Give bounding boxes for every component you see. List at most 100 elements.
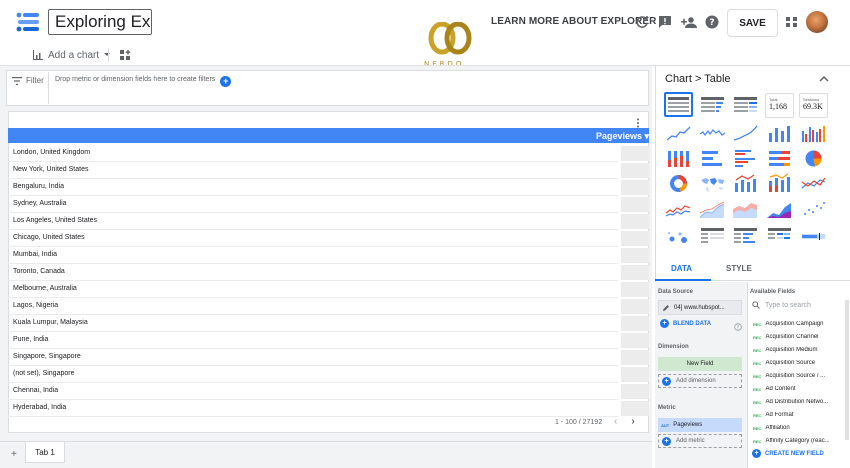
sparkline-chart-option[interactable] [698,121,727,146]
search-icon [752,301,760,309]
page-tab[interactable]: Tab 1 [25,442,65,463]
field-item[interactable]: REC Acquisition Source [753,360,845,366]
tab-data[interactable]: DATA [671,264,692,273]
add-chart-label: Add a chart [48,49,100,61]
field-item[interactable]: REC Acquisition Campaign [753,321,845,327]
table-row[interactable]: Sydney, Australia [8,196,618,213]
combo-chart-option[interactable] [731,171,760,196]
table-heatmap-chart-option[interactable] [731,93,760,118]
smoothed-line-chart-option[interactable] [731,121,760,146]
field-item[interactable]: REC Ad Format [753,412,845,418]
scorecard-chart-option[interactable]: Total 1,168 [765,93,794,118]
field-item[interactable]: REC Acquisition Medium [753,347,845,353]
field-item[interactable]: REC Affinity Category (reac... [753,438,845,444]
stacked-combo-chart-option[interactable] [765,171,794,196]
add-person-icon[interactable] [680,13,698,31]
pageviews-bar [621,180,649,195]
add-dimension-button[interactable]: + Add dimension [658,374,742,388]
table-row[interactable]: Los Angeles, United States [8,213,618,230]
table-bars-chart-option[interactable] [698,93,727,118]
percent-area-chart-option[interactable] [765,197,794,222]
available-fields-label: Available Fields [750,289,796,295]
geo-map-chart-option[interactable] [698,171,727,196]
pageviews-bar [621,316,649,331]
donut-chart-option[interactable] [664,171,693,196]
metric-chip[interactable]: AUT Pageviews [658,418,742,432]
stacked-area-chart-option[interactable] [731,197,760,222]
table-row[interactable]: Toronto, Canada [8,264,618,281]
multi-line-chart-option[interactable] [799,171,828,196]
pivot-heatmap-chart-option[interactable] [765,224,794,249]
field-item[interactable]: REC Acquisition Channel [753,334,845,340]
feedback-icon[interactable] [656,13,674,31]
field-search-input[interactable]: Type to search [752,301,811,309]
add-metric-button[interactable]: + Add metric [658,434,742,448]
field-item[interactable]: REC Acquisition Source / ... [753,373,845,379]
prev-page-icon[interactable]: ‹ [614,416,617,427]
next-page-icon[interactable]: › [631,416,634,427]
column-chart-option[interactable] [765,121,794,146]
grouped-column-chart-option[interactable] [799,121,828,146]
stacked-column-chart-option[interactable] [664,146,693,171]
bar-chart-option[interactable] [698,146,727,171]
bullet-chart-option[interactable] [799,224,828,249]
pageviews-column-header[interactable]: Pageviews ▾ [596,131,649,142]
data-studio-logo-icon[interactable] [14,12,40,32]
help-outline-icon[interactable]: ? [734,318,742,336]
field-item[interactable]: REC Affiliation [753,425,845,431]
create-new-field-button[interactable]: + CREATE NEW FIELD [752,449,824,458]
toolbar-divider [108,48,109,62]
field-item[interactable]: REC Ad Content [753,386,845,392]
table-row[interactable]: Bengaluru, India [8,179,618,196]
add-chart-dropdown[interactable]: Add a chart [32,49,111,61]
add-page-button[interactable]: + [11,449,17,460]
scorecard-compact-chart-option[interactable]: Sessions 69.3K [799,93,828,118]
chevron-up-icon[interactable] [818,72,830,84]
dimension-chip[interactable]: New Field [658,357,742,371]
area-line-chart-option[interactable] [664,197,693,222]
pencil-icon[interactable] [662,304,670,312]
field-item[interactable]: REC Ad Distribution Netwo... [753,399,845,405]
table-row[interactable]: Chicago, United States [8,230,618,247]
metric-label: Metric [658,405,676,411]
grouped-bar-chart-option[interactable] [731,146,760,171]
tab-style[interactable]: STYLE [726,264,752,273]
help-icon[interactable]: ? [703,13,721,31]
data-source-selector[interactable]: 04] www.hubspot... [658,300,742,315]
report-title-input[interactable]: Exploring Explorer [48,9,152,35]
table-row[interactable]: Kuala Lumpur, Malaysia [8,315,618,332]
pivot-table-chart-option[interactable] [698,224,727,249]
table-row[interactable]: Chennai, India [8,383,618,400]
table-row[interactable]: Singapore, Singapore [8,349,618,366]
stacked-bar-chart-option[interactable] [765,146,794,171]
blend-plus-icon: + [660,319,669,328]
user-avatar[interactable] [806,11,828,33]
learn-more-link[interactable]: LEARN MORE ABOUT EXPLORER [491,16,656,27]
area-chart-option[interactable] [698,197,727,222]
table-row[interactable]: Lagos, Nigeria [8,298,618,315]
pageviews-bar [621,282,649,297]
table-chart-option[interactable] [664,92,693,117]
pie-chart-option[interactable] [799,146,828,171]
fields-scrollbar[interactable] [845,300,849,440]
table-row[interactable]: Melbourne, Australia [8,281,618,298]
table-row[interactable]: Mumbai, India [8,247,618,264]
table-row[interactable]: New York, United States [8,162,618,179]
filter-label: Filter [12,76,44,85]
time-series-chart-option[interactable] [664,121,693,146]
blend-data-button[interactable]: + BLEND DATA [660,319,711,328]
scatter-chart-option[interactable] [799,197,828,222]
filter-drop-zone[interactable]: Drop metric or dimension fields here to … [48,72,648,104]
table-row[interactable]: (not set), Singapore [8,366,618,383]
table-row[interactable]: Pune, India [8,332,618,349]
pivot-bars-chart-option[interactable] [731,224,760,249]
pageviews-bar [621,146,649,161]
add-control-icon[interactable] [119,48,131,66]
table-row[interactable]: London, United Kingdom [8,145,618,162]
refresh-icon[interactable] [633,13,651,31]
bubble-chart-option[interactable] [664,224,693,249]
apps-grid-icon[interactable] [783,13,801,31]
table-row[interactable]: Hyderabad, India [8,400,618,417]
add-filter-icon[interactable]: + [220,76,232,87]
save-button[interactable]: SAVE [727,9,778,37]
